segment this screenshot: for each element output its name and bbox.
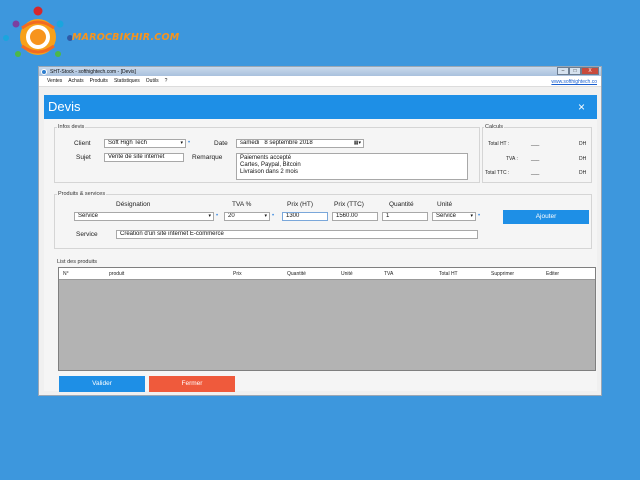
produits-services-title: Produits & services: [57, 191, 107, 197]
menu-statistiques[interactable]: Statistiques: [114, 78, 140, 84]
tva-select[interactable]: 20 ▾: [224, 212, 270, 221]
website-link[interactable]: www.softhightech.co: [551, 79, 597, 85]
tva-header: TVA %: [232, 201, 252, 208]
chevron-down-icon: ▾: [180, 140, 183, 146]
tva-value: ___: [531, 156, 540, 162]
unite-header: Unité: [437, 201, 453, 208]
dialog-header: Devis ×: [44, 95, 597, 119]
tva-label: TVA :: [506, 156, 518, 162]
menu-achats[interactable]: Achats: [68, 78, 83, 84]
required-marker: •: [272, 213, 275, 219]
required-marker: •: [216, 213, 219, 219]
total-ht-value: ___: [531, 141, 540, 147]
col-editer[interactable]: Editer: [546, 271, 559, 277]
logo-text: MAROCBIKHIR.COM: [72, 32, 180, 43]
col-numero[interactable]: N°: [63, 271, 69, 277]
date-picker[interactable]: samedi 8 septembre 2018 ▦▾: [236, 139, 364, 148]
menu-outils[interactable]: Outils: [146, 78, 159, 84]
prix-ht-input[interactable]: 1300: [282, 212, 328, 221]
total-ttc-unit: DH: [579, 170, 587, 176]
required-marker: •: [188, 140, 191, 146]
chevron-down-icon: ▾: [470, 213, 473, 219]
window-controls: – □ X: [557, 67, 599, 75]
total-ttc-value: ___: [531, 170, 540, 176]
title-bar: SHT-Stock - softhightech.com - [Devis] –…: [39, 67, 601, 76]
prix-ht-header: Prix (HT): [287, 201, 313, 208]
app-window: SHT-Stock - softhightech.com - [Devis] –…: [38, 66, 602, 396]
required-marker: •: [478, 213, 481, 219]
chevron-down-icon: ▾: [264, 213, 267, 219]
unite-select[interactable]: Service ▾: [432, 212, 476, 221]
client-label: Client: [74, 140, 91, 147]
sujet-input[interactable]: Vente de site internet: [104, 153, 184, 162]
tva-unit: DH: [579, 156, 587, 162]
quantite-input[interactable]: 1: [382, 212, 428, 221]
menu-produits[interactable]: Produits: [90, 78, 108, 84]
gear-cog-logo-icon: [3, 6, 73, 57]
infos-devis-title: Infos devis: [57, 124, 86, 130]
total-ht-label: Total HT :: [488, 141, 510, 147]
table-header: N° produit Prix Quantité Unité TVA Total…: [59, 268, 595, 280]
dialog-close-button[interactable]: ×: [578, 100, 585, 114]
chevron-down-icon: ▾: [208, 213, 211, 219]
col-total-ht[interactable]: Total HT: [439, 271, 458, 277]
list-title: List des produits: [57, 259, 98, 265]
date-label: Date: [214, 140, 228, 147]
valider-button[interactable]: Valider: [59, 376, 145, 392]
service-label: Service: [76, 231, 98, 238]
remarque-textarea[interactable]: Paiements accepté Cartes, Paypal, Bitcoi…: [236, 153, 468, 180]
col-prix[interactable]: Prix: [233, 271, 242, 277]
menu-help[interactable]: ?: [165, 78, 168, 84]
designation-select[interactable]: Service ▾: [74, 212, 214, 221]
products-table[interactable]: N° produit Prix Quantité Unité TVA Total…: [58, 267, 596, 371]
close-window-button[interactable]: X: [581, 67, 599, 75]
prix-ttc-input[interactable]: 1560.00: [332, 212, 378, 221]
app-icon: [41, 68, 47, 75]
total-ht-unit: DH: [579, 141, 587, 147]
fermer-button[interactable]: Fermer: [149, 376, 235, 392]
designation-header: Désignation: [116, 201, 151, 208]
site-logo: MAROCBIKHIR.COM: [2, 2, 192, 64]
sujet-label: Sujet: [76, 154, 91, 161]
menu-ventes[interactable]: Ventes: [47, 78, 62, 84]
minimize-button[interactable]: –: [557, 67, 569, 75]
calendar-icon: ▦▾: [353, 140, 361, 146]
ajouter-button[interactable]: Ajouter: [503, 210, 589, 224]
remarque-label: Remarque: [192, 154, 223, 161]
col-tva[interactable]: TVA: [384, 271, 393, 277]
maximize-button[interactable]: □: [569, 67, 581, 75]
col-quantite[interactable]: Quantité: [287, 271, 306, 277]
client-select[interactable]: Soft High Tech ▾: [104, 139, 186, 148]
quantite-header: Quantité: [389, 201, 414, 208]
col-produit[interactable]: produit: [109, 271, 124, 277]
total-ttc-label: Total TTC :: [485, 170, 510, 176]
calculs-title: Calculs: [484, 124, 505, 130]
col-supprimer[interactable]: Supprimer: [491, 271, 514, 277]
col-unite[interactable]: Unité: [341, 271, 353, 277]
dialog-title: Devis: [48, 99, 81, 114]
window-title: SHT-Stock - softhightech.com - [Devis]: [50, 68, 136, 75]
service-description-input[interactable]: Création d'un site internet E-commerce: [116, 230, 478, 239]
prix-ttc-header: Prix (TTC): [334, 201, 364, 208]
menu-bar: Ventes Achats Produits Statistiques Outi…: [39, 76, 601, 87]
